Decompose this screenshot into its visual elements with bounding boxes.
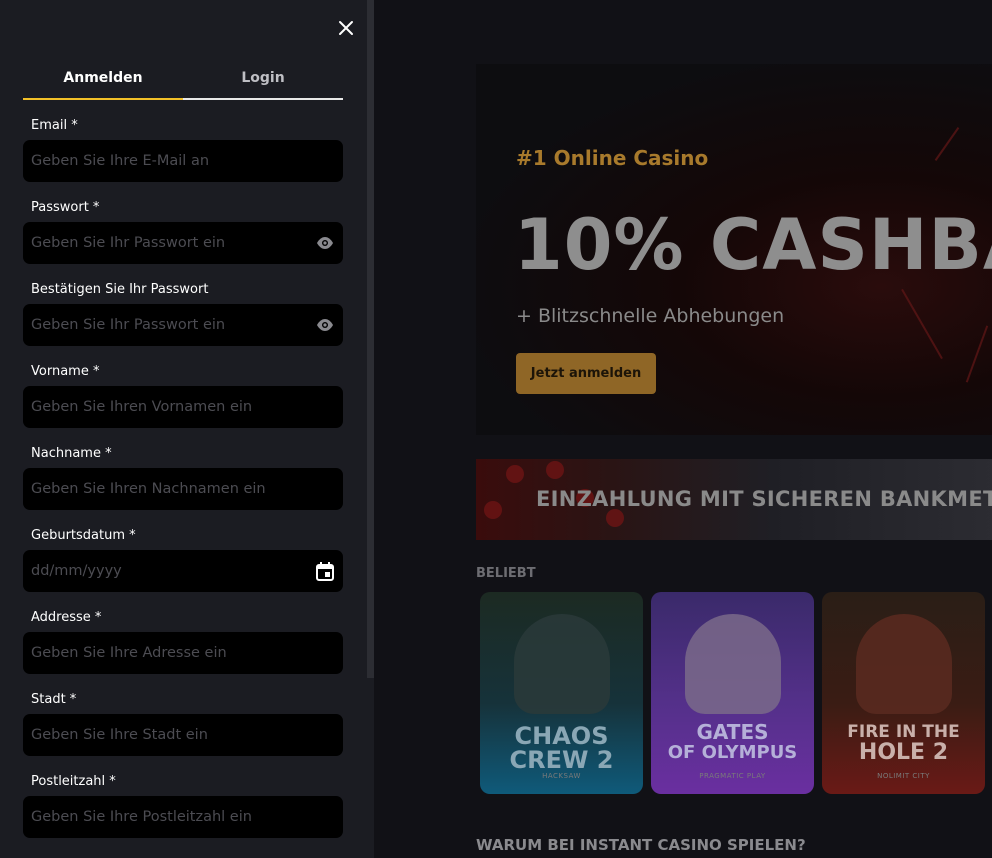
hero-subtitle: + Blitzschnelle Abhebungen bbox=[516, 305, 785, 327]
email-field[interactable] bbox=[23, 140, 343, 182]
confirm-password-field-wrapper bbox=[23, 304, 343, 346]
game-title: CHAOS CREW 2 bbox=[509, 722, 614, 774]
hero-decoration bbox=[901, 288, 943, 360]
hero-title: 10% CASHBAC bbox=[514, 204, 992, 286]
auth-tabs: Anmelden Login bbox=[23, 70, 343, 100]
tab-login[interactable]: Login bbox=[183, 70, 343, 100]
birthdate-field[interactable] bbox=[23, 550, 343, 592]
confirm-password-label: Bestätigen Sie Ihr Passwort bbox=[31, 282, 209, 297]
last-name-label: Nachname * bbox=[31, 446, 112, 461]
why-heading: WARUM BEI INSTANT CASINO SPIELEN? bbox=[476, 836, 806, 854]
game-title-line2: OF OLYMPUS bbox=[667, 742, 798, 763]
city-label: Stadt * bbox=[31, 692, 77, 707]
password-label: Passwort * bbox=[31, 200, 100, 215]
popular-section-label: BELIEBT bbox=[476, 566, 536, 581]
password-field[interactable] bbox=[23, 222, 343, 264]
confirm-password-field[interactable] bbox=[23, 304, 343, 346]
signup-cta-button[interactable]: Jetzt anmelden bbox=[516, 353, 656, 394]
game-card[interactable]: GATES OF OLYMPUS PRAGMATIC PLAY bbox=[651, 592, 814, 794]
register-drawer: Anmelden Login Email * Passwort * Bestät… bbox=[0, 0, 367, 858]
birthdate-field-wrapper bbox=[23, 550, 343, 592]
first-name-field-wrapper bbox=[23, 386, 343, 428]
first-name-label: Vorname * bbox=[31, 364, 100, 379]
last-name-field-wrapper bbox=[23, 468, 343, 510]
game-title: FIRE IN THE bbox=[847, 722, 960, 742]
postal-code-label: Postleitzahl * bbox=[31, 774, 116, 789]
hero-decoration bbox=[965, 325, 989, 383]
password-field-wrapper bbox=[23, 222, 343, 264]
dice-decoration bbox=[506, 465, 524, 483]
game-artwork bbox=[513, 614, 610, 714]
hero-eyebrow: #1 Online Casino bbox=[516, 146, 709, 170]
game-card[interactable]: CHAOS CREW 2 HACKSAW bbox=[480, 592, 643, 794]
dice-decoration bbox=[606, 509, 624, 527]
eye-icon[interactable] bbox=[315, 315, 335, 335]
first-name-field[interactable] bbox=[23, 386, 343, 428]
dice-decoration bbox=[546, 461, 564, 479]
address-field[interactable] bbox=[23, 632, 343, 674]
game-provider: PRAGMATIC PLAY bbox=[699, 772, 766, 780]
postal-code-field[interactable] bbox=[23, 796, 343, 838]
drawer-scrollbar-thumb[interactable] bbox=[367, 0, 374, 678]
game-provider: HACKSAW bbox=[542, 772, 581, 780]
game-provider: NOLIMIT CITY bbox=[877, 772, 930, 780]
email-label: Email * bbox=[31, 118, 78, 133]
promo-banner[interactable]: EINZAHLUNG MIT SICHEREN BANKMETHOD bbox=[476, 459, 992, 540]
page: #1 Online Casino 10% CASHBAC + Blitzschn… bbox=[0, 0, 992, 858]
game-card[interactable]: FIRE IN THE HOLE 2 NOLIMIT CITY bbox=[822, 592, 985, 794]
email-field-wrapper bbox=[23, 140, 343, 182]
calendar-icon[interactable] bbox=[315, 561, 335, 581]
postal-code-field-wrapper bbox=[23, 796, 343, 838]
eye-icon[interactable] bbox=[315, 233, 335, 253]
promo-text: EINZAHLUNG MIT SICHEREN BANKMETHOD bbox=[536, 487, 992, 511]
last-name-field[interactable] bbox=[23, 468, 343, 510]
drawer-scrollbar-track[interactable] bbox=[367, 678, 374, 858]
birthdate-label: Geburtsdatum * bbox=[31, 528, 136, 543]
hero-decoration bbox=[934, 127, 960, 161]
tab-anmelden[interactable]: Anmelden bbox=[23, 70, 183, 100]
address-field-wrapper bbox=[23, 632, 343, 674]
city-field-wrapper bbox=[23, 714, 343, 756]
dice-decoration bbox=[484, 501, 502, 519]
game-artwork bbox=[684, 614, 781, 714]
game-title-line2: HOLE 2 bbox=[858, 740, 949, 765]
game-artwork bbox=[855, 614, 952, 714]
close-icon[interactable] bbox=[334, 16, 358, 40]
address-label: Addresse * bbox=[31, 610, 102, 625]
hero-banner[interactable]: #1 Online Casino 10% CASHBAC + Blitzschn… bbox=[476, 64, 992, 435]
city-field[interactable] bbox=[23, 714, 343, 756]
game-title: GATES bbox=[696, 720, 769, 744]
